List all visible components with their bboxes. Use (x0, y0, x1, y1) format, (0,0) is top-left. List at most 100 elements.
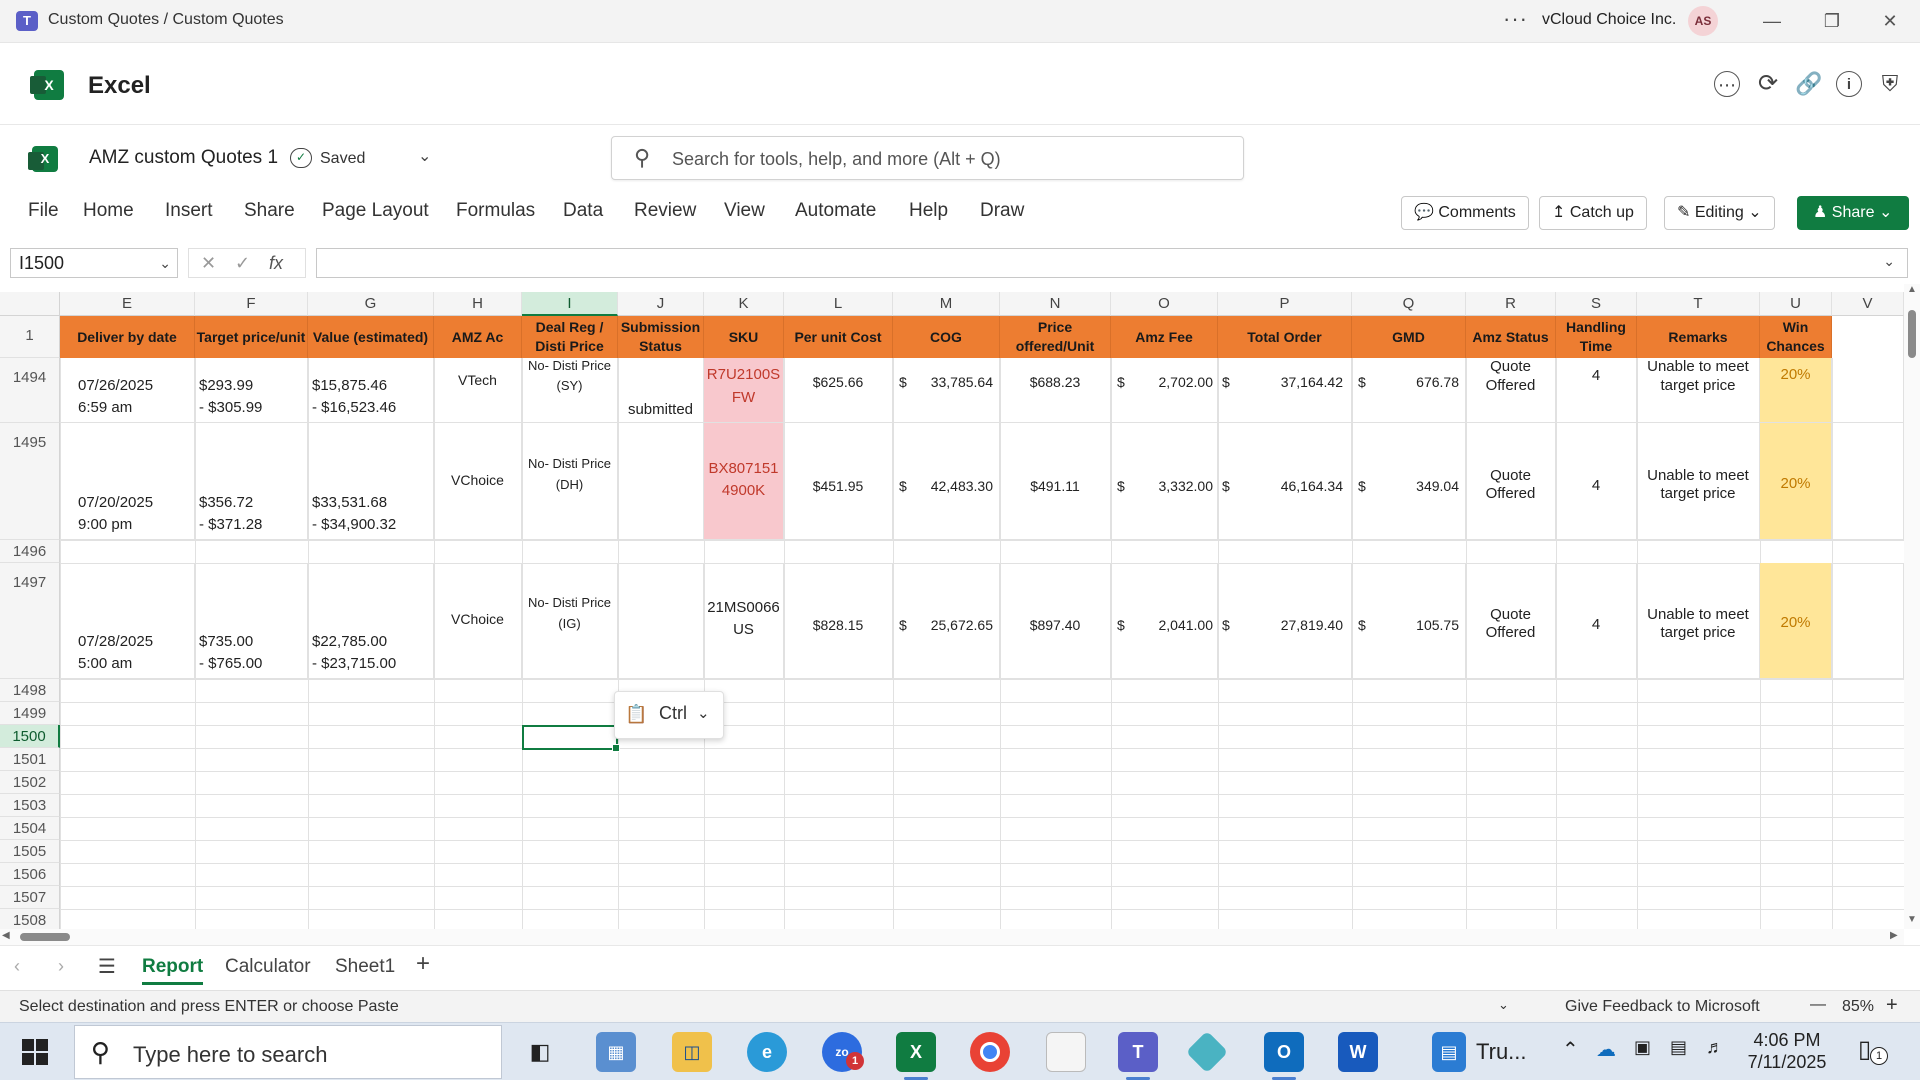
task-view-icon[interactable]: ◧ (520, 1032, 560, 1072)
cell-column-v[interactable] (1832, 423, 1904, 540)
zoom-level[interactable]: 85% (1842, 998, 1874, 1016)
file-explorer-icon[interactable]: ◫ (672, 1032, 712, 1072)
selected-cell[interactable] (522, 725, 620, 752)
column-header-u[interactable]: U (1760, 292, 1832, 316)
cell-gmd[interactable]: $349.04 (1352, 423, 1466, 540)
excel-taskbar-icon[interactable]: X (896, 1032, 936, 1080)
row-header-1505[interactable]: 1505 (0, 840, 60, 863)
tab-file[interactable]: File (28, 200, 59, 222)
calculator-app-icon[interactable]: ▦ (596, 1032, 636, 1072)
cell-total-order[interactable]: $37,164.42 (1218, 358, 1352, 423)
row-header-1496[interactable]: 1496 (0, 540, 60, 563)
cell-total-order[interactable]: $46,164.34 (1218, 423, 1352, 540)
header-cell-q[interactable]: GMD (1352, 316, 1466, 358)
taskbar-search-input[interactable]: Type here to search (133, 1042, 327, 1068)
cell-price-offered[interactable]: $491.11 (1000, 423, 1111, 540)
cell-amz-account[interactable]: VChoice (434, 563, 522, 679)
cell-deliver-date[interactable]: 07/26/2025 6:59 am (60, 358, 195, 423)
minimize-button[interactable]: — (1755, 8, 1789, 34)
name-box[interactable]: I1500 ⌄ (10, 248, 178, 278)
tab-view[interactable]: View (724, 200, 765, 222)
column-header-t[interactable]: T (1637, 292, 1760, 316)
link-icon[interactable]: 🔗 (1795, 71, 1822, 97)
cell-submission-status[interactable] (618, 423, 704, 540)
taskbar-search[interactable]: ⚲ Type here to search (74, 1025, 502, 1079)
refresh-icon[interactable]: ⟳ (1755, 71, 1781, 97)
cell-deliver-date[interactable]: 07/20/2025 9:00 pm (60, 423, 195, 540)
cell-amz-fee[interactable]: $3,332.00 (1111, 423, 1218, 540)
header-cell-v[interactable] (1832, 316, 1904, 358)
cell-remarks[interactable]: Unable to meet target price (1637, 423, 1760, 540)
cell-cog[interactable]: $42,483.30 (893, 423, 1000, 540)
cell-deal-reg[interactable]: No- Disti Price (IG) (522, 563, 618, 679)
cell-win-chances[interactable]: 20% (1760, 563, 1832, 679)
next-sheet-icon[interactable]: › (58, 956, 64, 977)
row-header-1500[interactable]: 1500 (0, 725, 60, 748)
header-cell-p[interactable]: Total Order (1218, 316, 1352, 358)
cell-sku[interactable]: 21MS0066 US (704, 563, 784, 679)
header-cell-n[interactable]: Price offered/Unit (1000, 316, 1111, 358)
prev-sheet-icon[interactable]: ‹ (14, 956, 20, 977)
document-name[interactable]: AMZ custom Quotes 1 (89, 147, 278, 169)
cell-value-estimated[interactable]: $33,531.68 - $34,900.32 (308, 423, 434, 540)
column-header-f[interactable]: F (195, 292, 308, 316)
column-header-h[interactable]: H (434, 292, 522, 316)
cell-deal-reg[interactable]: No- Disti Price (DH) (522, 423, 618, 540)
cell-amz-fee[interactable]: $2,041.00 (1111, 563, 1218, 679)
row-header-1507[interactable]: 1507 (0, 886, 60, 909)
zoho-app-icon[interactable]: zo 1 (822, 1032, 864, 1072)
zoom-in-button[interactable]: + (1886, 994, 1898, 1017)
saved-status[interactable]: Saved (320, 150, 365, 168)
cell-deliver-date[interactable]: 07/28/2025 5:00 am (60, 563, 195, 679)
column-header-p[interactable]: P (1218, 292, 1352, 316)
taskbar-clock[interactable]: 4:06 PM 7/11/2025 (1747, 1029, 1827, 1073)
column-header-i[interactable]: I (522, 292, 618, 316)
column-header-v[interactable]: V (1832, 292, 1904, 316)
column-header-m[interactable]: M (893, 292, 1000, 316)
header-cell-o[interactable]: Amz Fee (1111, 316, 1218, 358)
header-cell-u[interactable]: Win Chances (1760, 316, 1832, 358)
feedback-link[interactable]: Give Feedback to Microsoft (1565, 998, 1760, 1016)
column-header-e[interactable]: E (60, 292, 195, 316)
tray-chevron-icon[interactable]: ⌃ (1562, 1037, 1579, 1062)
search-input[interactable]: Search for tools, help, and more (Alt + … (672, 149, 1001, 170)
sheet-tab-report[interactable]: Report (142, 956, 204, 985)
cell-cog[interactable]: $33,785.64 (893, 358, 1000, 423)
cell-column-v[interactable] (1832, 358, 1904, 423)
tab-home[interactable]: Home (83, 200, 134, 222)
battery-icon[interactable]: ▣ (1634, 1037, 1651, 1058)
cell-value-estimated[interactable]: $22,785.00 - $23,715.00 (308, 563, 434, 679)
column-header-n[interactable]: N (1000, 292, 1111, 316)
header-cell-r[interactable]: Amz Status (1466, 316, 1556, 358)
cell-win-chances[interactable]: 20% (1760, 358, 1832, 423)
formula-input[interactable]: ⌄ (316, 248, 1908, 278)
restore-button[interactable]: ❐ (1815, 8, 1849, 34)
column-header-g[interactable]: G (308, 292, 434, 316)
cell-amz-status[interactable]: Quote Offered (1466, 358, 1556, 423)
cell-cog[interactable]: $25,672.65 (893, 563, 1000, 679)
tab-help[interactable]: Help (909, 200, 948, 222)
row-header-1502[interactable]: 1502 (0, 771, 60, 794)
cell-target-price[interactable]: $293.99 - $305.99 (195, 358, 308, 423)
header-cell-e[interactable]: Deliver by date (60, 316, 195, 358)
column-header-j[interactable]: J (618, 292, 704, 316)
cell-unit-cost[interactable]: $451.95 (784, 423, 893, 540)
cell-price-offered[interactable]: $897.40 (1000, 563, 1111, 679)
row-header-1497[interactable]: 1497 (0, 563, 60, 679)
scroll-left-icon[interactable]: ◀ (2, 930, 10, 941)
network-icon[interactable]: ▤ (1670, 1037, 1687, 1058)
cell-handling-time[interactable]: 4 (1556, 423, 1637, 540)
row-header-1501[interactable]: 1501 (0, 748, 60, 771)
spreadsheet-grid[interactable]: EFGHIJKLMNOPQRSTUV Deliver by date Target… (0, 292, 1904, 929)
windows-start-icon[interactable] (22, 1039, 48, 1065)
edge-browser-icon[interactable]: e (747, 1032, 787, 1072)
chevron-down-icon[interactable]: ⌄ (159, 249, 171, 277)
cell-sku[interactable]: R7U2100S FW (704, 358, 784, 423)
tab-automate[interactable]: Automate (795, 200, 876, 222)
shield-icon[interactable]: ⛨ (1877, 71, 1903, 97)
column-header-s[interactable]: S (1556, 292, 1637, 316)
cell-sku[interactable]: BX807151 4900K (704, 423, 784, 540)
scroll-right-icon[interactable]: ▶ (1890, 930, 1898, 941)
cell-amz-status[interactable]: Quote Offered (1466, 563, 1556, 679)
cancel-icon[interactable]: ✕ (201, 249, 216, 277)
